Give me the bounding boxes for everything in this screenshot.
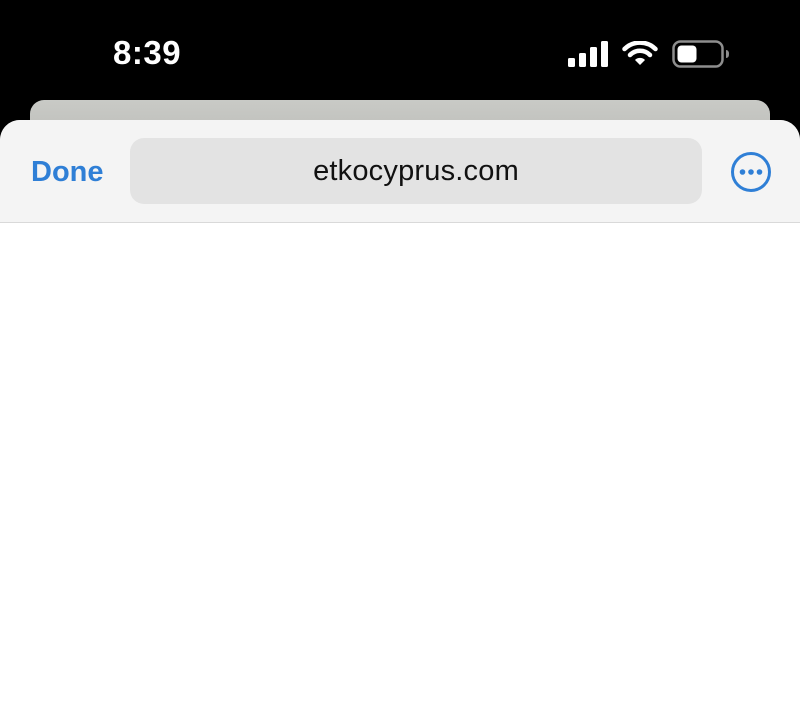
battery-icon — [672, 40, 730, 68]
status-bar: 8:39 — [0, 0, 800, 100]
ellipsis-circle-icon — [730, 152, 772, 197]
web-content[interactable] — [0, 223, 800, 716]
browser-toolbar: Done etkocyprus.com — [0, 120, 800, 223]
browser-sheet: Done etkocyprus.com — [0, 120, 800, 716]
status-time: 8:39 — [113, 34, 182, 71]
status-icons — [568, 38, 730, 70]
phone-screen: 8:39 Done etkocyprus.com — [0, 0, 800, 716]
url-text: etkocyprus.com — [313, 154, 519, 187]
more-button[interactable] — [730, 151, 772, 193]
cellular-signal-icon — [568, 41, 608, 67]
done-button[interactable]: Done — [31, 152, 104, 192]
url-field[interactable]: etkocyprus.com — [130, 138, 702, 204]
wifi-icon — [622, 41, 658, 67]
